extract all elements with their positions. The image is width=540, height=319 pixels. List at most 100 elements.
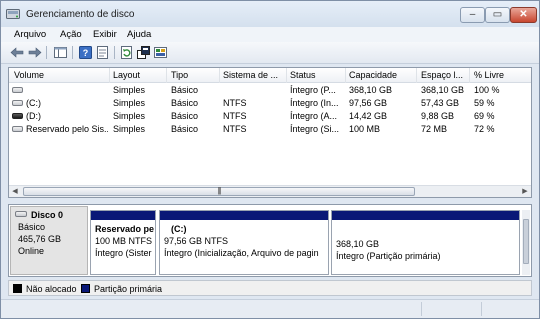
disk-size: 465,76 GB (18, 234, 62, 244)
column-divider[interactable] (109, 68, 110, 83)
primary-partition-bar (332, 211, 519, 220)
legend-swatch-primary (81, 284, 90, 293)
minimize-icon: – (469, 9, 476, 20)
toolbar-separator (72, 46, 73, 59)
cell-tipo: Básico (171, 85, 199, 95)
partition-size: 100 MB NTFS (95, 236, 153, 246)
cell-layout: Simples (113, 85, 146, 95)
cell-volume: (D:) (26, 111, 41, 121)
toolbar-separator (114, 46, 115, 59)
menu-exibir[interactable]: Exibir (93, 29, 117, 40)
partition-unnamed[interactable]: 368,10 GB Íntegro (Partição primária) (331, 210, 520, 275)
horizontal-scrollbar[interactable]: ◀ ||| ▶ (9, 185, 531, 197)
disk-0-label[interactable]: Disco 0 Básico 465,76 GB Online (10, 206, 88, 275)
cell-tipo: Básico (171, 98, 199, 108)
legend-label-unallocated: Não alocado (26, 284, 77, 294)
partition-reserved[interactable]: Reservado pe 100 MB NTFS Íntegro (Sister (90, 210, 156, 275)
column-header-percent-livre[interactable]: % Livre (474, 70, 529, 80)
legend-swatch-unallocated (13, 284, 22, 293)
volume-icon (12, 100, 23, 106)
column-header-capacidade[interactable]: Capacidade (349, 70, 415, 80)
cell-status: Íntegro (Si... (290, 124, 340, 134)
status-divider (481, 302, 482, 316)
scroll-grip: ||| (217, 186, 221, 195)
cell-espaco-livre: 9,88 GB (421, 111, 455, 121)
volume-icon (12, 87, 23, 93)
disk-graphical-view: Disco 0 Básico 465,76 GB Online Reservad… (8, 204, 532, 277)
column-divider[interactable] (469, 68, 470, 83)
cell-capacidade: 97,56 GB (349, 98, 388, 108)
toolbar: ? (1, 42, 539, 64)
column-header-sistema[interactable]: Sistema de ... (223, 70, 285, 80)
disk-management-app-icon (6, 9, 20, 19)
help-icon[interactable]: ? (78, 45, 93, 60)
optical-drive-icon (12, 113, 23, 119)
column-divider[interactable] (345, 68, 346, 83)
column-header-volume[interactable]: Volume (14, 70, 109, 80)
column-divider[interactable] (219, 68, 220, 83)
title-bar: Gerenciamento de disco – ▭ ✕ (1, 1, 539, 27)
volume-row[interactable]: (C:) Simples Básico NTFS Íntegro (In... … (9, 97, 531, 110)
disk-settings-icon[interactable] (153, 45, 168, 60)
partition-status: Íntegro (Sister (95, 248, 152, 258)
legend-label-primary: Partição primária (94, 284, 163, 294)
cell-tipo: Básico (171, 111, 199, 121)
menu-bar: Arquivo Ação Exibir Ajuda (1, 27, 539, 42)
maximize-button[interactable]: ▭ (485, 7, 510, 23)
cell-sistema: NTFS (223, 124, 247, 134)
volume-row[interactable]: Simples Básico Íntegro (P... 368,10 GB 3… (9, 84, 531, 97)
cell-espaco-livre: 368,10 GB (421, 85, 465, 95)
cell-percent-livre: 59 % (474, 98, 495, 108)
column-header-layout[interactable]: Layout (113, 70, 165, 80)
refresh-icon[interactable] (119, 45, 134, 60)
scrollbar-thumb[interactable] (523, 219, 529, 264)
primary-partition-bar (160, 211, 328, 220)
cell-espaco-livre: 57,43 GB (421, 98, 460, 108)
column-header-tipo[interactable]: Tipo (171, 70, 219, 80)
close-button[interactable]: ✕ (510, 7, 537, 23)
column-header-status[interactable]: Status (290, 70, 346, 80)
properties-icon[interactable] (95, 45, 110, 60)
scroll-right-icon[interactable]: ▶ (519, 186, 531, 197)
partition-c[interactable]: (C:) 97,56 GB NTFS Íntegro (Inicializaçã… (159, 210, 329, 275)
disk-state: Online (18, 246, 45, 256)
cell-sistema: NTFS (223, 98, 247, 108)
cell-capacidade: 14,42 GB (349, 111, 388, 121)
minimize-button[interactable]: – (460, 7, 485, 23)
disk-management-window: Gerenciamento de disco – ▭ ✕ Arquivo Açã… (0, 0, 540, 319)
cell-tipo: Básico (171, 124, 199, 134)
legend: Não alocado Partição primária (8, 280, 532, 296)
partition-name: Reservado pe (95, 224, 155, 234)
partition-name: (C:) (171, 224, 187, 234)
disk-type: Básico (18, 222, 46, 232)
window-title: Gerenciamento de disco (26, 9, 135, 20)
back-arrow-icon[interactable] (10, 45, 25, 60)
column-divider[interactable] (166, 68, 167, 83)
vertical-scrollbar[interactable] (522, 210, 530, 275)
volume-row[interactable]: Reservado pelo Sis... Simples Básico NTF… (9, 123, 531, 136)
export-icon[interactable] (136, 45, 151, 60)
close-icon: ✕ (519, 9, 528, 20)
menu-acao[interactable]: Ação (60, 29, 82, 40)
scrollbar-thumb[interactable]: ||| (23, 186, 415, 196)
scroll-left-icon[interactable]: ◀ (9, 186, 21, 197)
cell-volume: Reservado pelo Sis... (26, 124, 108, 134)
status-divider (421, 302, 422, 316)
cell-capacidade: 368,10 GB (349, 85, 393, 95)
forward-arrow-icon[interactable] (27, 45, 42, 60)
maximize-icon: ▭ (492, 9, 503, 20)
column-header-espaco-livre[interactable]: Espaço l... (421, 70, 471, 80)
volume-row[interactable]: (D:) Simples Básico NTFS Íntegro (A... 1… (9, 110, 531, 123)
partition-status: Íntegro (Partição primária) (336, 251, 441, 261)
toolbar-separator (46, 46, 47, 59)
volume-icon (12, 126, 23, 132)
cell-capacidade: 100 MB (349, 124, 381, 134)
column-divider[interactable] (286, 68, 287, 83)
menu-arquivo[interactable]: Arquivo (14, 29, 46, 40)
partition-size: 368,10 GB (336, 239, 380, 249)
partition-size: 97,56 GB NTFS (164, 236, 229, 246)
cell-status: Íntegro (A... (290, 111, 338, 121)
show-hide-tree-icon[interactable] (53, 45, 68, 60)
menu-ajuda[interactable]: Ajuda (127, 29, 151, 40)
column-divider[interactable] (416, 68, 417, 83)
